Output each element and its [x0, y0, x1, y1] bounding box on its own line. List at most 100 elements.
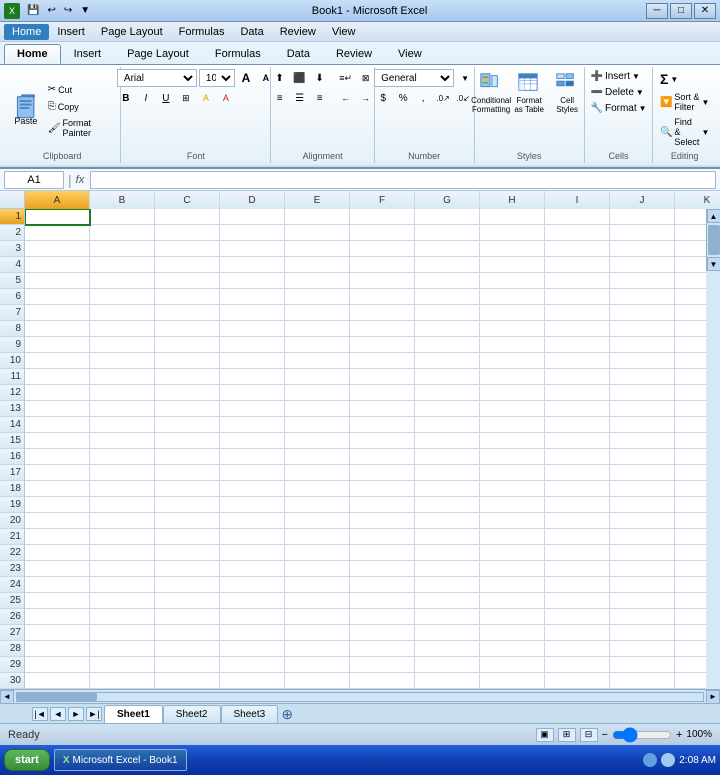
cell-h20[interactable]: [480, 513, 545, 529]
cell-d17[interactable]: [220, 465, 285, 481]
scroll-thumb[interactable]: [708, 225, 720, 255]
cell-g26[interactable]: [415, 609, 480, 625]
tab-data[interactable]: Data: [274, 44, 323, 63]
cell-j9[interactable]: [610, 337, 675, 353]
thousands-button[interactable]: ,: [414, 89, 432, 107]
cell-k10[interactable]: [675, 353, 706, 369]
cell-d23[interactable]: [220, 561, 285, 577]
cell-f21[interactable]: [350, 529, 415, 545]
cell-g27[interactable]: [415, 625, 480, 641]
cell-b26[interactable]: [90, 609, 155, 625]
cell-e4[interactable]: [285, 257, 350, 273]
scroll-left-arrow[interactable]: ◄: [0, 690, 14, 704]
cell-i12[interactable]: [545, 385, 610, 401]
cell-styles-button[interactable]: CellStyles: [549, 69, 585, 118]
cell-g17[interactable]: [415, 465, 480, 481]
cell-a22[interactable]: [25, 545, 90, 561]
cell-e15[interactable]: [285, 433, 350, 449]
cell-d25[interactable]: [220, 593, 285, 609]
cell-e25[interactable]: [285, 593, 350, 609]
cell-h28[interactable]: [480, 641, 545, 657]
row-header-2[interactable]: 2: [0, 225, 24, 241]
cell-c20[interactable]: [155, 513, 220, 529]
cell-b18[interactable]: [90, 481, 155, 497]
cell-i3[interactable]: [545, 241, 610, 257]
cell-g3[interactable]: [415, 241, 480, 257]
cell-a18[interactable]: [25, 481, 90, 497]
cell-g8[interactable]: [415, 321, 480, 337]
cell-e26[interactable]: [285, 609, 350, 625]
align-middle-button[interactable]: ⬛: [291, 69, 309, 87]
cell-c15[interactable]: [155, 433, 220, 449]
conditional-formatting-button[interactable]: ConditionalFormatting: [473, 69, 509, 118]
cell-i29[interactable]: [545, 657, 610, 673]
cell-h5[interactable]: [480, 273, 545, 289]
cell-j8[interactable]: [610, 321, 675, 337]
number-format-select[interactable]: General: [374, 69, 454, 87]
row-header-24[interactable]: 24: [0, 577, 24, 593]
cell-g28[interactable]: [415, 641, 480, 657]
cell-i17[interactable]: [545, 465, 610, 481]
scroll-down-arrow[interactable]: ▼: [707, 257, 720, 271]
cell-k3[interactable]: [675, 241, 706, 257]
cell-i24[interactable]: [545, 577, 610, 593]
sheet-tab-add[interactable]: ⊕: [278, 705, 296, 723]
cell-a12[interactable]: [25, 385, 90, 401]
taskbar-excel-item[interactable]: X Microsoft Excel - Book1: [54, 749, 187, 771]
menu-data[interactable]: Data: [232, 24, 271, 40]
align-left-button[interactable]: ≡: [271, 89, 289, 107]
increase-indent-button[interactable]: →: [357, 89, 375, 107]
cell-a5[interactable]: [25, 273, 90, 289]
cell-g6[interactable]: [415, 289, 480, 305]
cell-f3[interactable]: [350, 241, 415, 257]
cell-i8[interactable]: [545, 321, 610, 337]
vertical-scrollbar[interactable]: ▲ ▼: [706, 209, 720, 271]
cell-h29[interactable]: [480, 657, 545, 673]
cell-j26[interactable]: [610, 609, 675, 625]
cell-e14[interactable]: [285, 417, 350, 433]
row-header-27[interactable]: 27: [0, 625, 24, 641]
cell-f26[interactable]: [350, 609, 415, 625]
tab-view[interactable]: View: [385, 44, 435, 63]
cell-g30[interactable]: [415, 673, 480, 689]
cell-f16[interactable]: [350, 449, 415, 465]
cell-e24[interactable]: [285, 577, 350, 593]
cell-b6[interactable]: [90, 289, 155, 305]
cell-b21[interactable]: [90, 529, 155, 545]
cell-h4[interactable]: [480, 257, 545, 273]
cell-k25[interactable]: [675, 593, 706, 609]
row-header-8[interactable]: 8: [0, 321, 24, 337]
cell-f30[interactable]: [350, 673, 415, 689]
cell-c10[interactable]: [155, 353, 220, 369]
row-header-16[interactable]: 16: [0, 449, 24, 465]
cell-h12[interactable]: [480, 385, 545, 401]
cell-e7[interactable]: [285, 305, 350, 321]
cell-h16[interactable]: [480, 449, 545, 465]
cell-d24[interactable]: [220, 577, 285, 593]
cell-h15[interactable]: [480, 433, 545, 449]
cell-a13[interactable]: [25, 401, 90, 417]
customize-quick-btn[interactable]: ▼: [77, 4, 93, 17]
cell-i7[interactable]: [545, 305, 610, 321]
cell-h25[interactable]: [480, 593, 545, 609]
cell-a6[interactable]: [25, 289, 90, 305]
cell-b25[interactable]: [90, 593, 155, 609]
merge-center-button[interactable]: ⊠: [357, 69, 375, 87]
cell-c9[interactable]: [155, 337, 220, 353]
cell-d11[interactable]: [220, 369, 285, 385]
page-layout-button[interactable]: ⊞: [558, 728, 576, 742]
cell-f15[interactable]: [350, 433, 415, 449]
cell-k20[interactable]: [675, 513, 706, 529]
cell-f7[interactable]: [350, 305, 415, 321]
cell-c7[interactable]: [155, 305, 220, 321]
cell-i22[interactable]: [545, 545, 610, 561]
minimize-button[interactable]: ─: [646, 3, 668, 19]
close-button[interactable]: ✕: [694, 3, 716, 19]
cell-h9[interactable]: [480, 337, 545, 353]
cell-k26[interactable]: [675, 609, 706, 625]
cell-a4[interactable]: [25, 257, 90, 273]
cell-g7[interactable]: [415, 305, 480, 321]
row-header-21[interactable]: 21: [0, 529, 24, 545]
decrease-decimal-button[interactable]: .0↙: [454, 89, 472, 107]
cell-e8[interactable]: [285, 321, 350, 337]
